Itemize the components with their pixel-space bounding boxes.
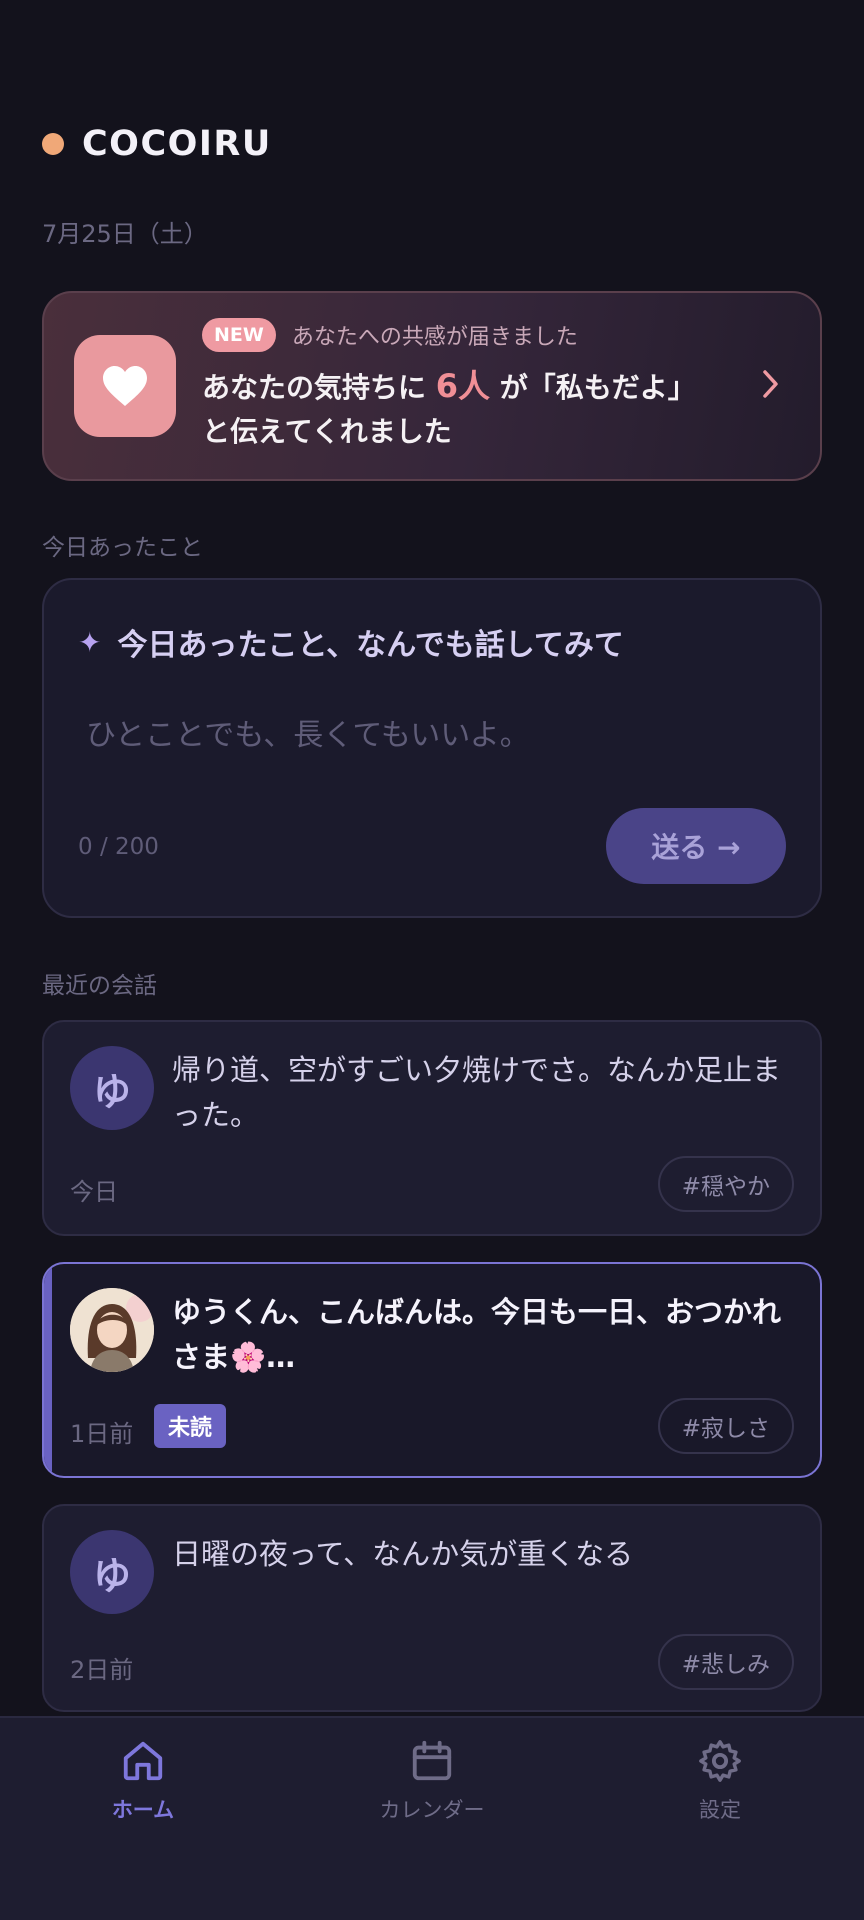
conversation-text: ゆうくん、こんばんは。今日も一日、おつかれさま🌸… (172, 1295, 782, 1374)
compose-card: ✦ 今日あったこと、なんでも話してみて 0 / 200 送る → (42, 578, 822, 918)
home-icon (123, 1741, 163, 1781)
gear-icon (699, 1740, 741, 1782)
brand-dot (42, 133, 64, 155)
conversation-time: 今日 (70, 1178, 118, 1206)
conversation-text: 帰り道、空がすごい夕焼けでさ。なんか足止まった。 (172, 1053, 782, 1132)
new-badge: NEW (202, 318, 276, 352)
empathy-subtitle: あなたへの共感が届きました (291, 325, 578, 350)
app-header: COCOIRU (42, 124, 272, 164)
conversation-text: 日曜の夜って、なんか気が重くなる (172, 1537, 634, 1571)
compose-title-text: 今日あったこと、なんでも話してみて (117, 628, 624, 663)
emotion-tag: #悲しみ (657, 1634, 794, 1690)
compose-title: ✦ 今日あったこと、なんでも話してみて (78, 620, 624, 664)
conversation-time: 1日前 (70, 1420, 134, 1448)
tab-home-label: ホーム (111, 1798, 175, 1822)
empathy-count: 6人 (435, 367, 491, 405)
tab-calendar[interactable]: カレンダー (332, 1738, 532, 1824)
compose-input[interactable] (86, 710, 766, 760)
tab-home[interactable]: ホーム (43, 1738, 243, 1824)
empathy-line2: と伝えてくれました (202, 415, 452, 448)
recent-section-label: 最近の会話 (42, 973, 157, 999)
character-counter: 0 / 200 (78, 834, 159, 860)
empathy-text: NEW あなたへの共感が届きました あなたの気持ちに 6人 が「私もだよ」 と伝… (202, 318, 732, 454)
bottom-tab-bar: ホーム カレンダー 設定 (0, 1716, 864, 1920)
heart-icon (74, 335, 176, 437)
conversation-item[interactable]: ゆ 日曜の夜って、なんか気が重くなる 2日前 #悲しみ (42, 1504, 822, 1712)
empathy-line1-prefix: あなたの気持ちに (202, 371, 427, 404)
calendar-icon (412, 1740, 452, 1781)
unread-accent-bar (44, 1264, 52, 1476)
unread-badge: 未読 (154, 1404, 227, 1448)
send-button[interactable]: 送る → (606, 808, 786, 884)
sparkle-icon: ✦ (78, 625, 102, 659)
avatar: ゆ (70, 1530, 154, 1614)
conversation-item-unread[interactable]: ゆうくん、こんばんは。今日も一日、おつかれさま🌸… 1日前 未読 #寂しさ (42, 1262, 822, 1478)
avatar: ゆ (70, 1046, 154, 1130)
tab-settings-label: 設定 (699, 1798, 741, 1822)
empathy-line1-suffix: が「私もだよ」 (499, 371, 696, 404)
conversation-item[interactable]: ゆ 帰り道、空がすごい夕焼けでさ。なんか足止まった。 今日 #穏やか (42, 1020, 822, 1236)
empathy-message: あなたの気持ちに 6人 が「私もだよ」 と伝えてくれました (202, 364, 732, 454)
tab-settings[interactable]: 設定 (620, 1738, 820, 1824)
conversation-time: 2日前 (70, 1656, 134, 1684)
app-title: COCOIRU (82, 124, 272, 164)
tab-calendar-label: カレンダー (379, 1798, 485, 1822)
empathy-notification-card[interactable]: NEW あなたへの共感が届きました あなたの気持ちに 6人 が「私もだよ」 と伝… (42, 291, 822, 481)
chevron-right-icon[interactable] (760, 367, 782, 405)
current-date: 7月25日（土） (42, 220, 208, 248)
compose-section-label: 今日あったこと (42, 535, 203, 561)
emotion-tag: #穏やか (657, 1156, 794, 1212)
emotion-tag: #寂しさ (657, 1398, 794, 1454)
avatar-photo (70, 1288, 154, 1372)
